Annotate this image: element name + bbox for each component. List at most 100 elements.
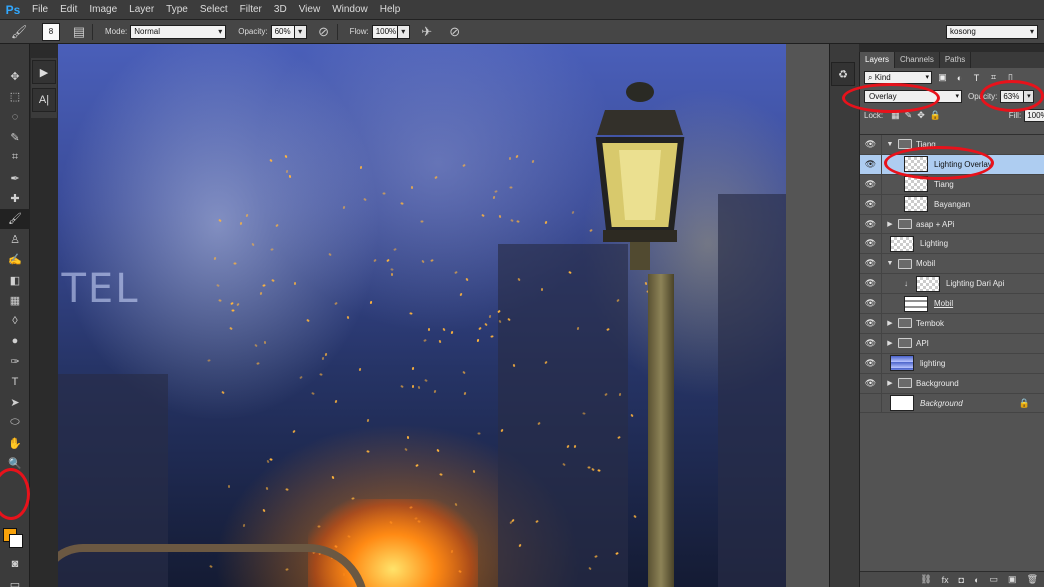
visibility-eye-icon[interactable] (860, 393, 882, 413)
adjustment-filter-icon[interactable]: ◐ (953, 71, 966, 84)
menu-image[interactable]: Image (83, 0, 123, 20)
screen-mode-icon[interactable]: ▭ (0, 574, 30, 587)
layer-group-row[interactable]: 👁 ▼ Tiang (860, 134, 1044, 155)
layer-row[interactable]: 👁 Lighting Overlay (860, 154, 1044, 175)
chevron-right-icon[interactable]: ▶ (886, 319, 894, 327)
crop-tool-icon[interactable]: ⌗ (0, 148, 30, 168)
menu-file[interactable]: File (26, 0, 54, 20)
layer-row[interactable]: 👁 Lighting (860, 234, 1044, 255)
chevron-right-icon[interactable]: ▶ (886, 220, 894, 228)
dodge-tool-icon[interactable]: ● (0, 331, 30, 351)
layer-group-row[interactable]: 👁 ▶ API (860, 333, 1044, 354)
layer-thumbnail[interactable] (904, 196, 928, 213)
menu-view[interactable]: View (293, 0, 327, 20)
pressure-opacity-icon[interactable]: ⊘ (315, 23, 333, 41)
visibility-eye-icon[interactable]: 👁 (860, 214, 882, 234)
opacity-dropdown-button[interactable]: ▾ (294, 24, 307, 39)
adjustment-icon[interactable]: ◐ (974, 575, 979, 585)
shape-tool-icon[interactable]: ⬭ (0, 413, 30, 433)
visibility-eye-icon[interactable]: 👁 (860, 154, 882, 174)
background-color-swatch[interactable] (9, 534, 23, 548)
visibility-eye-icon[interactable]: 👁 (860, 274, 882, 294)
lock-image-icon[interactable]: ✎ (905, 110, 913, 121)
chevron-right-icon[interactable]: ▶ (886, 379, 894, 387)
brush-size-picker[interactable]: 8 (42, 22, 60, 41)
eraser-tool-icon[interactable]: ◧ (0, 270, 30, 290)
visibility-eye-icon[interactable]: 👁 (860, 373, 882, 393)
menu-help[interactable]: Help (374, 0, 407, 20)
character-panel-icon[interactable]: A| (32, 88, 56, 112)
blur-tool-icon[interactable]: ◊ (0, 311, 30, 331)
filter-kind-select[interactable]: ⌕ Kind (864, 71, 932, 84)
marquee-tool-icon[interactable]: ⬚ (0, 86, 30, 106)
clone-stamp-tool-icon[interactable]: ♙ (0, 229, 30, 249)
visibility-eye-icon[interactable]: 👁 (860, 234, 882, 254)
zoom-tool-icon[interactable]: 🔍 (0, 453, 30, 473)
shape-filter-icon[interactable]: ⌗ (987, 71, 1000, 84)
workspace-select[interactable]: kosong (946, 24, 1038, 39)
link-icon[interactable]: ⛓ (920, 574, 931, 585)
quick-select-tool-icon[interactable]: ✎ (0, 127, 30, 147)
type-filter-icon[interactable]: T (970, 71, 983, 84)
smart-object-filter-icon[interactable]: ▯ (1004, 71, 1017, 84)
chevron-down-icon[interactable]: ▼ (886, 260, 894, 267)
visibility-eye-icon[interactable]: 👁 (860, 174, 882, 194)
layer-row[interactable]: Background 🔒 (860, 393, 1044, 414)
visibility-eye-icon[interactable]: 👁 (860, 294, 882, 314)
fx-icon[interactable]: fx (942, 575, 949, 585)
pressure-size-icon[interactable]: ⊘ (446, 23, 464, 41)
tab-channels[interactable]: Channels (895, 52, 940, 68)
layer-thumbnail[interactable] (904, 176, 928, 193)
menu-select[interactable]: Select (194, 0, 234, 20)
healing-brush-tool-icon[interactable]: ✚ (0, 188, 30, 208)
airbrush-icon[interactable]: ✈ (418, 23, 436, 41)
color-swatches[interactable] (3, 528, 23, 548)
tab-layers[interactable]: Layers (860, 52, 896, 68)
layer-thumbnail[interactable] (904, 156, 928, 173)
layer-thumbnail[interactable] (890, 355, 914, 372)
visibility-eye-icon[interactable]: 👁 (860, 353, 882, 373)
layer-row[interactable]: 👁 lighting (860, 353, 1044, 374)
brush-panel-toggle-icon[interactable]: ▤ (70, 23, 88, 41)
type-tool-icon[interactable]: T (0, 372, 30, 392)
chevron-right-icon[interactable]: ▶ (886, 339, 894, 347)
visibility-eye-icon[interactable]: 👁 (860, 254, 882, 274)
history-brush-tool-icon[interactable]: ✍ (0, 250, 30, 270)
layer-group-row[interactable]: 👁 ▶ asap + APi (860, 214, 1044, 235)
layer-thumbnail[interactable] (890, 395, 914, 412)
brush-tool-preset-icon[interactable]: 🖌 (10, 23, 28, 41)
layer-group-row[interactable]: 👁 ▶ Tembok (860, 313, 1044, 334)
layer-thumbnail[interactable] (904, 295, 928, 312)
pen-tool-icon[interactable]: ✑ (0, 351, 30, 371)
visibility-eye-icon[interactable]: 👁 (860, 194, 882, 214)
visibility-eye-icon[interactable]: 👁 (860, 313, 882, 333)
new-layer-icon[interactable]: ▣ (1008, 574, 1017, 585)
blend-mode-select[interactable]: Overlay (864, 90, 962, 103)
hand-tool-icon[interactable]: ✋ (0, 433, 30, 453)
path-selection-tool-icon[interactable]: ➤ (0, 392, 30, 412)
layer-group-row[interactable]: 👁 ▶ Background (860, 373, 1044, 394)
visibility-eye-icon[interactable]: 👁 (860, 333, 882, 353)
pixel-filter-icon[interactable]: ▣ (936, 71, 949, 84)
layer-opacity-dropdown[interactable]: ▾ (1024, 90, 1035, 103)
menu-type[interactable]: Type (160, 0, 194, 20)
new-group-icon[interactable]: ▭ (990, 574, 999, 585)
brush-tool-icon[interactable]: 🖌 (0, 208, 30, 230)
menu-edit[interactable]: Edit (54, 0, 83, 20)
menu-layer[interactable]: Layer (123, 0, 160, 20)
menu-3d[interactable]: 3D (268, 0, 293, 20)
layer-opacity-input[interactable]: 63% (1000, 90, 1025, 103)
document-canvas[interactable]: OTEL (58, 44, 786, 587)
menu-filter[interactable]: Filter (234, 0, 268, 20)
lock-transparent-icon[interactable]: ▦ (891, 110, 900, 121)
visibility-eye-icon[interactable]: 👁 (860, 134, 882, 154)
fill-input[interactable]: 100% (1024, 109, 1044, 122)
flow-input[interactable]: 100% (371, 24, 398, 39)
layer-group-row[interactable]: 👁 ▼ Mobil (860, 254, 1044, 275)
menu-window[interactable]: Window (326, 0, 374, 20)
lock-position-icon[interactable]: ✥ (917, 110, 925, 121)
layer-row[interactable]: 👁 Bayangan (860, 194, 1044, 215)
gradient-tool-icon[interactable]: ▦ (0, 290, 30, 310)
chevron-down-icon[interactable]: ▼ (886, 141, 894, 148)
lock-all-icon[interactable]: 🔒 (930, 110, 941, 121)
